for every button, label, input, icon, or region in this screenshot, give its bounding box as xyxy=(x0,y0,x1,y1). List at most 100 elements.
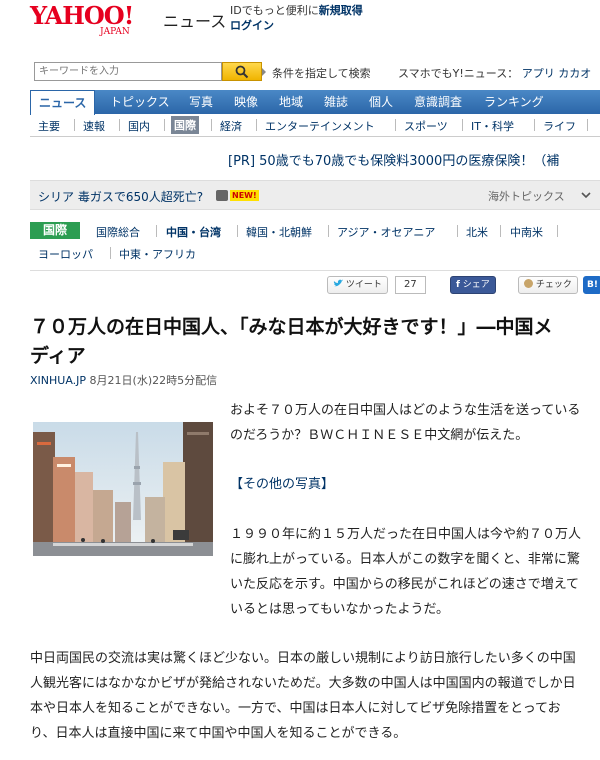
paragraph-line: いるとは思ってもいなかったようだ。 xyxy=(230,602,450,617)
camera-icon xyxy=(216,190,228,201)
subnav-economy[interactable]: 経済 xyxy=(220,118,242,134)
article-title-line: ディア xyxy=(30,345,86,367)
article-paragraph-1: およそ７０万人の在日中国人はどのような生活を送っている のだろうか？ＢＷＣＨＩＮ… xyxy=(230,398,600,448)
cat-international-general[interactable]: 国際総合 xyxy=(96,224,140,240)
nav-video[interactable]: 映像 xyxy=(226,90,266,114)
cat-europe[interactable]: ヨーロッパ xyxy=(38,246,93,262)
pr-ad-link[interactable]: [PR] 50歳でも70歳でも保険料3000円の医療保険！（補 xyxy=(228,150,559,169)
chevron-down-icon[interactable] xyxy=(580,189,592,201)
paragraph-line: 中日両国民の交流は実は驚くほど少ない。日本の厳しい規制により訪日旅行したい多くの… xyxy=(30,651,576,666)
paragraph-line: り、日本人は直接中国に来て中国や中国人を知ることができる。 xyxy=(30,726,407,741)
header-account-area: IDでもっと便利に新規取得 ログイン xyxy=(230,3,363,33)
article-title: ７０万人の在日中国人、「みな日本が大好きです！」―中国メ ディア xyxy=(30,313,600,371)
subnav-entertainment[interactable]: エンターテインメント xyxy=(265,118,375,134)
cat-korea[interactable]: 韓国・北朝鮮 xyxy=(246,224,312,240)
mobile-app-links[interactable]: アプリ カカオ xyxy=(522,67,592,80)
cat-divider xyxy=(328,225,329,237)
article-date: 8月21日(水)22時5分配信 xyxy=(89,374,218,387)
nav-region[interactable]: 地域 xyxy=(271,90,311,114)
tokyo-street-photo xyxy=(33,402,213,578)
logo-text: YAHOO! xyxy=(30,1,134,30)
subnav-divider xyxy=(211,119,212,131)
cat-china-taiwan[interactable]: 中国・台湾 xyxy=(166,224,221,240)
login-link[interactable]: ログイン xyxy=(230,19,274,32)
signup-link[interactable]: 新規取得 xyxy=(319,4,363,17)
topic-bar: シリア 毒ガスで650人超死亡? NEW! 海外トピックス xyxy=(30,180,600,210)
subnav-domestic[interactable]: 国内 xyxy=(128,118,150,134)
yahoo-japan-logo[interactable]: YAHOO! JAPAN xyxy=(30,4,170,38)
subnav-divider xyxy=(74,119,75,131)
article-meta: XINHUA.JP 8月21日(水)22時5分配信 xyxy=(30,372,217,388)
service-name: ニュース xyxy=(163,12,227,31)
hatena-bookmark-button[interactable]: B! xyxy=(583,276,600,294)
social-buttons: ツイート 27 f シェア チェック B! xyxy=(30,270,600,298)
paragraph-line: 本や日本人を知ることができない。一方で、中国は日本人に対してビザ免除措置をとって… xyxy=(30,701,561,716)
facebook-share-button[interactable]: f シェア xyxy=(450,276,496,294)
promo-text: IDでもっと便利に xyxy=(230,4,319,17)
mixi-check-label: チェック xyxy=(535,280,572,290)
subnav-it-science[interactable]: IT・科学 xyxy=(471,118,514,134)
subnav-divider xyxy=(462,119,463,131)
article-paragraph-2: １９９０年に約１５万人だった在日中国人は今や約７０万人 に膨れ上がっている。日本… xyxy=(230,522,600,622)
topic-link[interactable]: シリア 毒ガスで650人超死亡? xyxy=(38,188,203,205)
cat-divider xyxy=(237,225,238,237)
search-input[interactable] xyxy=(34,62,222,81)
nav-ranking[interactable]: ランキング xyxy=(476,90,552,114)
cat-divider xyxy=(110,247,111,259)
subnav-main[interactable]: 主要 xyxy=(38,118,60,134)
facebook-share-label: シェア xyxy=(462,280,490,290)
article-title-line: ７０万人の在日中国人、「みな日本が大好きです！」―中国メ xyxy=(30,316,553,338)
cat-divider xyxy=(156,225,157,237)
paragraph-line: に膨れ上がっている。日本人がこの数字を聞くと、非常に驚 xyxy=(230,552,580,567)
nav-topics[interactable]: トピックス xyxy=(102,90,178,114)
article-photo[interactable] xyxy=(33,402,213,578)
cat-north-america[interactable]: 北米 xyxy=(466,224,488,240)
category-label: 国際 xyxy=(30,222,80,239)
nav-magazine[interactable]: 雑誌 xyxy=(316,90,356,114)
mixi-check-button[interactable]: チェック xyxy=(518,276,578,294)
subnav-breaking[interactable]: 速報 xyxy=(83,118,105,134)
mixi-icon xyxy=(524,279,533,288)
tweet-button[interactable]: ツイート xyxy=(327,276,388,294)
nav-news[interactable]: ニュース xyxy=(30,90,96,115)
sub-nav: 主要 速報 国内 国際 経済 エンターテインメント スポーツ IT・科学 ライフ xyxy=(30,115,600,137)
nav-personal[interactable]: 個人 xyxy=(361,90,401,114)
mobile-prefix: スマホでもY!ニュース： xyxy=(398,67,519,80)
cat-asia-oceania[interactable]: アジア・オセアニア xyxy=(337,224,435,240)
paragraph-line: １９９０年に約１５万人だった在日中国人は今や約７０万人 xyxy=(230,527,582,542)
cat-middle-east-africa[interactable]: 中東・アフリカ xyxy=(119,246,196,262)
main-nav: ニュース トピックス 写真 映像 地域 雑誌 個人 意識調査 ランキング xyxy=(30,90,600,115)
paragraph-line: いた反応を示す。中国からの移民がこれほどの速さで増えて xyxy=(230,577,580,592)
cat-divider xyxy=(500,225,501,237)
subnav-divider xyxy=(534,119,535,131)
facebook-icon: f xyxy=(456,280,460,290)
nav-photos[interactable]: 写真 xyxy=(181,90,221,114)
overseas-topics-dropdown[interactable]: 海外トピックス xyxy=(488,188,565,204)
more-photos-link[interactable]: 【その他の写真】 xyxy=(230,473,334,492)
new-badge: NEW! xyxy=(230,190,259,201)
cat-divider xyxy=(557,225,558,237)
search-button[interactable] xyxy=(222,62,262,81)
nav-survey[interactable]: 意識調査 xyxy=(406,90,470,114)
subnav-sports[interactable]: スポーツ xyxy=(404,118,448,134)
subnav-international[interactable]: 国際 xyxy=(171,116,199,134)
paragraph-line: 人観光客にはなかなかビザが発給されないためだ。大多数の中国人は中国国内の報道でし… xyxy=(30,676,576,691)
paragraph-line: およそ７０万人の在日中国人はどのような生活を送っている xyxy=(230,403,581,418)
cat-divider xyxy=(457,225,458,237)
article-source[interactable]: XINHUA.JP xyxy=(30,374,86,387)
cat-latin-america[interactable]: 中南米 xyxy=(510,224,543,240)
search-bar: 条件を指定して検索 スマホでもY!ニュース： アプリ カカオ xyxy=(0,60,600,84)
tweet-label: ツイート xyxy=(345,280,382,290)
tweet-count: 27 xyxy=(395,276,426,294)
subnav-life[interactable]: ライフ xyxy=(543,118,576,134)
paragraph-line: のだろうか？ＢＷＣＨＩＮＥＳＥ中文網が伝えた。 xyxy=(230,428,529,443)
subnav-divider xyxy=(164,119,165,131)
search-icon xyxy=(235,65,249,79)
subnav-divider xyxy=(119,119,120,131)
advanced-search-link[interactable]: 条件を指定して検索 xyxy=(262,65,371,81)
subnav-divider xyxy=(587,119,588,131)
subnav-divider xyxy=(395,119,396,131)
twitter-icon xyxy=(333,279,343,287)
article-paragraph-3: 中日両国民の交流は実は驚くほど少ない。日本の厳しい規制により訪日旅行したい多くの… xyxy=(30,646,600,746)
subnav-divider xyxy=(256,119,257,131)
